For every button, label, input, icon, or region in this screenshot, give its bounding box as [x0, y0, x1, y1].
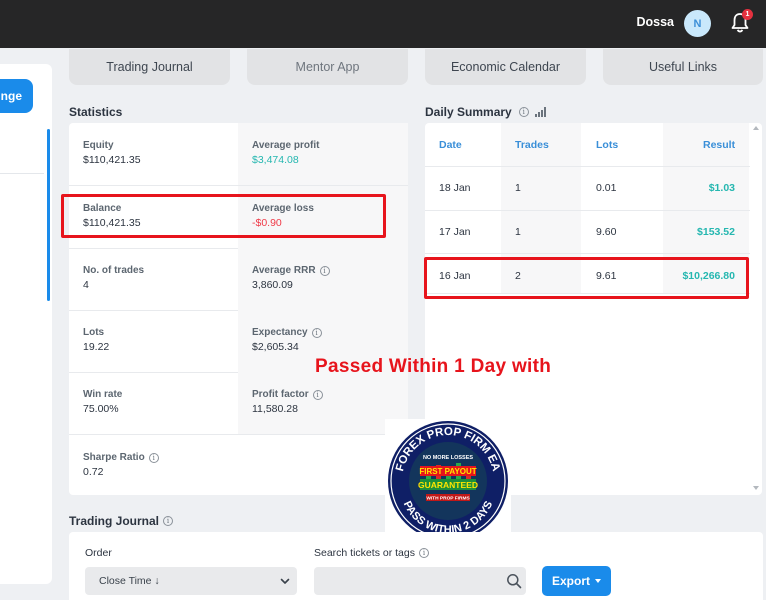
statistics-card: Equity $110,421.35 Average profit $3,474… [69, 123, 408, 495]
statistics-title: Statistics [69, 105, 123, 119]
info-icon[interactable]: i [518, 107, 529, 117]
row-divider [425, 253, 750, 254]
column-header-lots[interactable]: Lots [596, 139, 618, 151]
info-icon[interactable]: i [319, 265, 330, 276]
tab-trading-journal[interactable]: Trading Journal [69, 49, 230, 85]
stat-label-text: Profit factor [252, 389, 309, 400]
cell-trades: 1 [515, 182, 521, 194]
daily-summary-title: Daily Summary [425, 105, 512, 119]
stat-lots: Lots 19.22 [69, 310, 239, 372]
cell-trades: 1 [515, 226, 521, 238]
signal-bars-icon[interactable] [534, 107, 547, 117]
tab-mentor-app[interactable]: Mentor App [247, 49, 408, 85]
stat-value: 4 [83, 279, 89, 291]
left-divider [0, 173, 44, 174]
info-icon[interactable]: i [418, 548, 429, 558]
info-icon[interactable]: i [163, 516, 174, 526]
left-panel: nge [0, 64, 52, 584]
stat-value: 0.72 [83, 466, 104, 478]
stat-label: Lots [83, 327, 105, 338]
column-header-trades[interactable]: Trades [515, 139, 549, 151]
stat-label: Average RRR i [252, 265, 408, 276]
notification-badge: 1 [742, 9, 753, 20]
cell-result: $1.03 [708, 182, 735, 194]
tab-useful-links[interactable]: Useful Links [603, 49, 763, 85]
stat-average-profit: Average profit $3,474.08 [238, 123, 408, 185]
highlight-box-balance [61, 194, 386, 238]
stat-value: $3,474.08 [252, 154, 299, 166]
logo-line-1: NO MORE LOSSES [423, 455, 473, 461]
scroll-down-icon[interactable] [753, 486, 759, 490]
stat-label: No. of trades [83, 265, 145, 276]
chevron-down-icon [280, 578, 290, 584]
logo-line-4: WITH PROP FIRMS [426, 496, 470, 502]
cell-date: 17 Jan [439, 226, 471, 238]
cell-lots: 9.60 [596, 226, 617, 238]
stat-equity: Equity $110,421.35 [69, 123, 239, 185]
cell-result: $153.52 [697, 226, 735, 238]
cell-date: 18 Jan [439, 182, 471, 194]
stat-trades: No. of trades 4 [69, 248, 239, 310]
stat-profit-factor: Profit factor i 11,580.28 [238, 372, 408, 434]
daily-scrollbar[interactable] [750, 123, 762, 495]
user-name[interactable]: Dossa [636, 15, 674, 29]
scroll-up-icon[interactable] [753, 126, 759, 130]
stat-value: 11,580.28 [252, 403, 298, 415]
trading-journal-title-row: Trading Journal i [69, 514, 174, 528]
info-icon[interactable]: i [148, 452, 159, 463]
stat-label-text: Average RRR [252, 265, 316, 276]
stat-value: 19.22 [83, 341, 110, 353]
column-header-date[interactable]: Date [439, 139, 462, 151]
stat-label: Sharpe Ratio i [83, 452, 239, 463]
row-divider [425, 210, 750, 211]
stat-value: $2,605.34 [252, 341, 299, 353]
export-button-label: Export [551, 574, 590, 588]
stat-label: Expectancy i [252, 327, 408, 338]
info-icon[interactable]: i [311, 327, 322, 338]
stat-label-text: Expectancy [252, 327, 308, 338]
tab-economic-calendar[interactable]: Economic Calendar [425, 49, 586, 85]
column-header-result[interactable]: Result [703, 139, 735, 151]
order-select[interactable]: Close Time ↓ [85, 567, 297, 595]
stat-label: Profit factor i [252, 389, 408, 400]
caret-down-icon [595, 579, 601, 583]
search-icon[interactable] [506, 573, 522, 589]
search-label: Search tickets or tags [314, 547, 415, 559]
stat-win-rate: Win rate 75.00% [69, 372, 239, 434]
stat-label: Win rate [83, 389, 123, 400]
challenge-button[interactable]: nge [0, 79, 33, 113]
prop-firm-ea-logo: FOREX PROP FIRM EA PASS WITHIN 2 DAYS NO… [388, 421, 508, 541]
stat-label: Equity [83, 140, 114, 151]
stat-value: 3,860.09 [252, 279, 293, 291]
stat-sharpe-ratio: Sharpe Ratio i 0.72 [69, 435, 239, 497]
promo-headline: Passed Within 1 Day with [315, 356, 552, 377]
trading-journal-title: Trading Journal [69, 514, 160, 528]
stat-value: $110,421.35 [83, 154, 141, 166]
row-divider [425, 166, 750, 167]
logo-line-2: FIRST PAYOUT [419, 467, 476, 476]
search-label-row: Search tickets or tags i [314, 547, 429, 559]
stat-value: 75.00% [83, 403, 119, 415]
info-icon[interactable]: i [312, 389, 323, 400]
stat-label: Average profit [252, 140, 320, 151]
challenge-button-label: nge [0, 89, 22, 103]
daily-summary-title-row: Daily Summary i [425, 105, 547, 119]
highlight-box-16-jan [424, 257, 749, 299]
stat-average-rrr: Average RRR i 3,860.09 [238, 248, 408, 310]
logo-line-3: GUARANTEED [418, 480, 478, 490]
search-input[interactable] [314, 567, 526, 595]
export-button[interactable]: Export [542, 566, 611, 596]
cell-lots: 0.01 [596, 182, 617, 194]
left-scrollbar[interactable] [47, 129, 50, 301]
avatar[interactable]: N [684, 10, 711, 37]
stat-label-text: Sharpe Ratio [83, 452, 145, 463]
order-label: Order [85, 547, 112, 559]
